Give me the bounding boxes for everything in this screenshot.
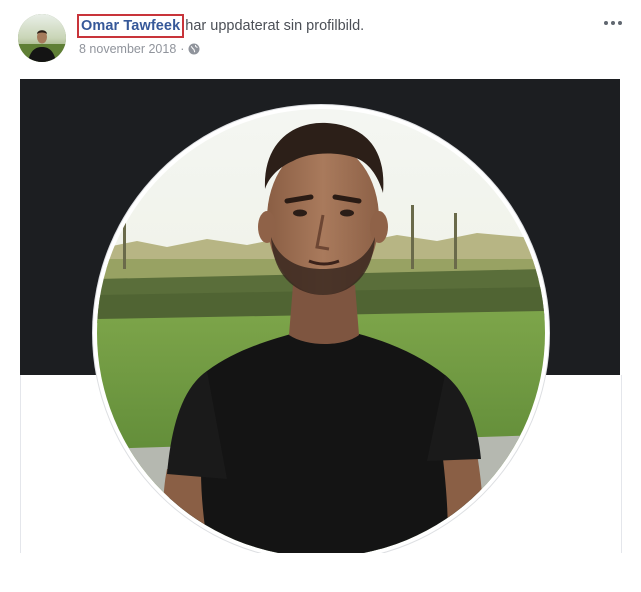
more-dot [611, 21, 615, 25]
post-date-link[interactable]: 8 november 2018 [79, 42, 176, 56]
globe-icon[interactable] [188, 43, 200, 55]
post-action-text: har uppdaterat sin profilbild. [185, 18, 365, 34]
author-name-link[interactable]: Omar Tawfeek [81, 18, 180, 34]
more-options-icon[interactable] [601, 14, 625, 32]
more-dot [618, 21, 622, 25]
profile-photo-image [97, 109, 545, 557]
avatar-image [18, 14, 66, 62]
meta-separator: · [180, 42, 185, 56]
profile-picture-frame[interactable] [93, 105, 549, 561]
post-card: Omar Tawfeek har uppdaterat sin profilbi… [0, 0, 641, 592]
author-avatar[interactable] [18, 14, 66, 62]
more-dot [604, 21, 608, 25]
bottom-blank-area [0, 553, 641, 592]
author-highlight-box: Omar Tawfeek [77, 14, 185, 38]
post-header: Omar Tawfeek har uppdaterat sin profilbi… [77, 14, 364, 38]
profile-picture [97, 109, 545, 557]
post-meta: 8 november 2018 · [79, 42, 200, 56]
